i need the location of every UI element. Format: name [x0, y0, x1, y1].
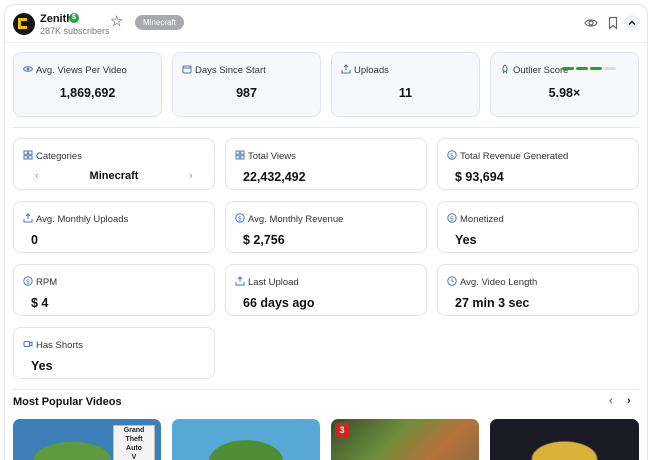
- stat-label: RPM: [36, 277, 58, 288]
- stat-card-total-revenue: $ Total Revenue Generated $ 93,694: [437, 138, 639, 190]
- most-popular-videos-title: Most Popular Videos: [13, 396, 122, 408]
- chevron-right-icon[interactable]: ›: [189, 170, 193, 182]
- monetized-badge-icon: $: [69, 13, 79, 23]
- rank-badge: 3: [335, 423, 349, 437]
- stat-card-avg-views: Avg. Views Per Video 1,869,692: [13, 52, 162, 117]
- video-thumbnail[interactable]: 3: [331, 419, 479, 460]
- chevron-left-icon[interactable]: ‹: [609, 395, 613, 407]
- video-thumbnail[interactable]: Grand Theft Auto V: [13, 419, 161, 460]
- video-thumbnail[interactable]: [490, 419, 639, 460]
- upload-icon: [341, 64, 351, 74]
- stat-card-avg-video-length: Avg. Video Length 27 min 3 sec: [437, 264, 639, 316]
- grid-icon: [23, 150, 33, 160]
- channel-panel: Zenith $ 287K subscribers ☆ Minecraft Av…: [4, 4, 648, 460]
- stat-card-outlier-score: Outlier Score 5.98×: [490, 52, 639, 117]
- stat-card-days-since-start: Days Since Start 987: [172, 52, 321, 117]
- channel-name[interactable]: Zenith: [40, 13, 73, 25]
- upload-icon: [235, 276, 245, 286]
- bookmark-icon[interactable]: [606, 16, 620, 30]
- clock-icon: [447, 276, 457, 286]
- dollar-icon: $: [235, 213, 245, 223]
- stat-value: 27 min 3 sec: [455, 296, 530, 310]
- star-icon[interactable]: ☆: [110, 14, 123, 30]
- stat-value: 66 days ago: [243, 296, 315, 310]
- subscriber-count: 287K subscribers: [40, 26, 110, 36]
- stat-card-avg-monthly-uploads: Avg. Monthly Uploads 0: [13, 201, 215, 253]
- stat-card-has-shorts: Has Shorts Yes: [13, 327, 215, 379]
- svg-text:$: $: [450, 214, 454, 222]
- divider: [13, 127, 639, 128]
- categories-card: Categories ‹ Minecraft ›: [13, 138, 215, 190]
- stat-label: Monetized: [460, 214, 504, 225]
- outlier-score-segment: [562, 67, 574, 70]
- eye-icon[interactable]: [584, 16, 598, 30]
- game-logo: Grand Theft Auto V: [113, 425, 155, 460]
- stat-value: 0: [31, 233, 38, 247]
- dollar-icon: $: [447, 150, 457, 160]
- outlier-score-segment: [590, 67, 602, 70]
- stat-card-last-upload: Last Upload 66 days ago: [225, 264, 427, 316]
- stat-value: 22,432,492: [243, 170, 306, 184]
- stat-card-rpm: $ RPM $ 4: [13, 264, 215, 316]
- stat-value: Yes: [31, 359, 53, 373]
- stat-label: Categories: [36, 151, 82, 162]
- stat-value: 987: [236, 86, 257, 100]
- stat-value: 1,869,692: [59, 86, 116, 100]
- outlier-score-segment: [576, 67, 588, 70]
- channel-header: Zenith $ 287K subscribers ☆ Minecraft: [5, 5, 647, 43]
- upload-icon: [23, 213, 33, 223]
- video-thumbnail[interactable]: [172, 419, 320, 460]
- stat-label: Last Upload: [248, 277, 299, 288]
- stat-label: Uploads: [354, 65, 389, 76]
- grid-icon: [235, 150, 245, 160]
- stat-card-uploads: Uploads 11: [331, 52, 480, 117]
- stat-card-total-views: Total Views 22,432,492: [225, 138, 427, 190]
- channel-avatar[interactable]: [13, 13, 35, 35]
- rocket-icon: [502, 64, 508, 74]
- stat-label: Avg. Monthly Revenue: [248, 214, 344, 225]
- dollar-icon: $: [447, 213, 457, 223]
- stat-value: 11: [398, 86, 413, 100]
- stat-label: Outlier Score: [513, 65, 569, 76]
- stat-card-avg-monthly-revenue: $ Avg. Monthly Revenue $ 2,756: [225, 201, 427, 253]
- chevron-right-icon[interactable]: ›: [627, 395, 631, 407]
- stat-label: Avg. Views Per Video: [36, 65, 127, 76]
- category-tag[interactable]: Minecraft: [135, 15, 184, 30]
- stat-label: Days Since Start: [195, 65, 266, 76]
- stat-value: $ 2,756: [243, 233, 285, 247]
- stat-label: Has Shorts: [36, 340, 83, 351]
- stat-card-monetized: $ Monetized Yes: [437, 201, 639, 253]
- calendar-icon: [182, 65, 192, 74]
- outlier-score-segment: [604, 67, 616, 70]
- svg-text:$: $: [26, 277, 30, 285]
- divider: [13, 389, 639, 390]
- collapse-chevron-icon[interactable]: [624, 15, 640, 31]
- svg-text:$: $: [450, 151, 454, 159]
- stat-label: Total Views: [248, 151, 296, 162]
- stat-value: Yes: [455, 233, 477, 247]
- stat-value: $ 93,694: [455, 170, 504, 184]
- svg-text:$: $: [238, 214, 242, 222]
- video-icon: [23, 341, 33, 347]
- stat-label: Total Revenue Generated: [460, 151, 569, 162]
- category-value: Minecraft: [89, 170, 139, 182]
- stat-label: Avg. Monthly Uploads: [36, 214, 129, 225]
- eye-icon: [23, 66, 33, 72]
- dollar-icon: $: [23, 276, 33, 286]
- stat-label: Avg. Video Length: [460, 277, 538, 288]
- stat-value: 5.98×: [548, 86, 581, 100]
- stat-value: $ 4: [31, 296, 49, 310]
